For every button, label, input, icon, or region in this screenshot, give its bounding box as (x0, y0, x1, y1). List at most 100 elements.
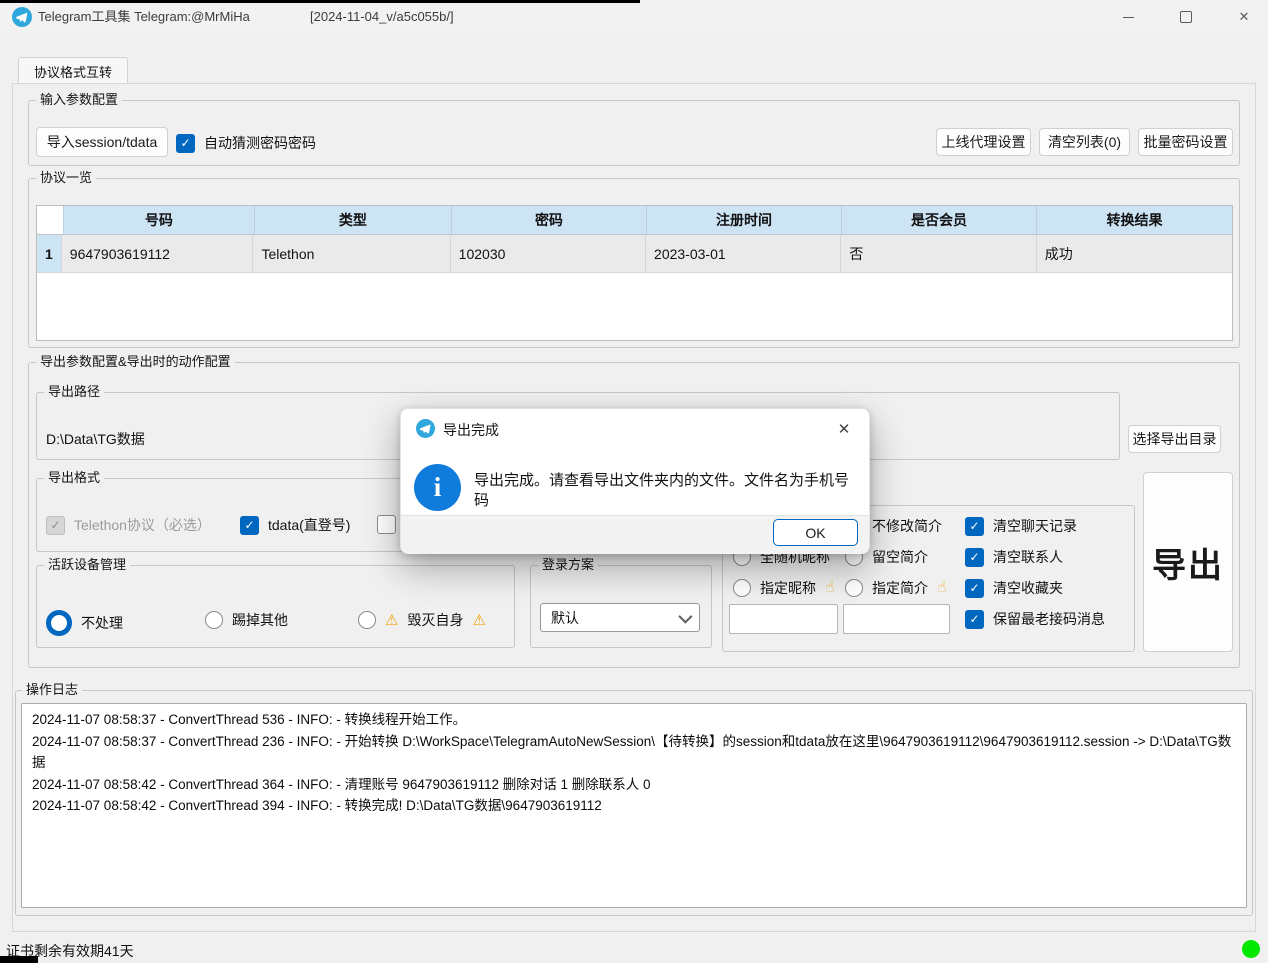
info-icon-glyph: i (434, 472, 442, 503)
title-bar[interactable]: Telegram工具集 Telegram:@MrMiHa [2024-11-04… (0, 0, 1268, 34)
device-destroy-self-option[interactable]: ⚠ 毁灭自身 ⚠ (358, 610, 486, 630)
bio-no-change-label: 不修改简介 (872, 516, 942, 536)
format-tdata-checkbox[interactable] (240, 516, 259, 535)
keep-oldest-sms-label: 保留最老接码消息 (993, 609, 1105, 629)
pointing-hand-icon: ☝ (825, 580, 835, 596)
window-version: [2024-11-04_v/a5c055b/] (310, 0, 454, 34)
maximize-button[interactable] (1163, 0, 1209, 34)
specify-nickname-input[interactable] (729, 604, 838, 634)
col-header-type[interactable]: 类型 (255, 206, 452, 235)
device-kick-others-option[interactable]: 踢掉其他 (205, 610, 288, 630)
input-config-group-title: 输入参数配置 (36, 92, 122, 108)
col-header-premium[interactable]: 是否会员 (842, 206, 1037, 235)
device-kick-others-radio[interactable] (205, 611, 223, 629)
device-management-group-title: 活跃设备管理 (44, 557, 130, 573)
bio-empty-label: 留空简介 (872, 547, 928, 567)
proxy-settings-button[interactable]: 上线代理设置 (936, 128, 1031, 156)
dialog-message: 导出完成。请查看导出文件夹内的文件。文件名为手机号码 (474, 471, 859, 511)
warning-icon: ⚠ (385, 613, 398, 628)
batch-password-button-label: 批量密码设置 (1144, 132, 1228, 152)
keep-oldest-sms-option[interactable]: 保留最老接码消息 (965, 609, 1105, 629)
telegram-logo-icon (416, 419, 435, 438)
window-title: Telegram工具集 Telegram:@MrMiHa (38, 0, 250, 34)
warning-icon: ⚠ (472, 613, 485, 628)
tab-protocol-convert[interactable]: 协议格式互转 (18, 57, 128, 84)
auto-guess-password-option[interactable]: 自动猜测密码密码 (176, 133, 316, 153)
device-no-action-label: 不处理 (81, 613, 123, 633)
format-third-checkbox[interactable] (377, 515, 396, 534)
table-header-row: 号码 类型 密码 注册时间 是否会员 转换结果 (37, 206, 1232, 235)
tab-label: 协议格式互转 (34, 62, 112, 81)
close-icon: ✕ (1239, 9, 1250, 25)
col-header-regtime[interactable]: 注册时间 (647, 206, 842, 235)
device-no-action-radio[interactable] (46, 610, 72, 636)
cleanup-chats-label: 清空聊天记录 (993, 516, 1077, 536)
log-line: 2024-11-07 08:58:37 - ConvertThread 536 … (32, 709, 1236, 731)
clear-list-button[interactable]: 清空列表(0) (1039, 128, 1130, 156)
format-tdata-label: tdata(直登号) (268, 515, 350, 535)
dialog-title: 导出完成 (443, 420, 499, 440)
nickname-specify-label: 指定昵称 (760, 578, 816, 598)
cleanup-contacts-checkbox[interactable] (965, 548, 984, 567)
cell-premium: 否 (841, 235, 1036, 273)
export-path-value: D:\Data\TG数据 (46, 429, 145, 449)
nickname-specify-radio[interactable] (733, 579, 751, 597)
login-scheme-group-title: 登录方案 (538, 557, 598, 573)
log-group-title: 操作日志 (22, 682, 82, 698)
login-scheme-select[interactable]: 默认 (540, 603, 700, 632)
dialog-title-bar[interactable]: 导出完成 ✕ (401, 409, 869, 447)
close-button[interactable]: ✕ (1221, 0, 1267, 34)
cleanup-contacts-label: 清空联系人 (993, 547, 1063, 567)
dialog-close-button[interactable]: ✕ (829, 417, 859, 441)
device-no-action-option[interactable]: 不处理 (46, 610, 123, 636)
minimize-icon (1123, 17, 1134, 18)
col-header-number[interactable]: 号码 (64, 206, 255, 235)
bio-specify-radio[interactable] (845, 579, 863, 597)
format-telethon-option[interactable]: Telethon协议（必选） (46, 515, 211, 535)
ok-button[interactable]: OK (773, 519, 858, 546)
cell-result: 成功 (1037, 235, 1232, 273)
screen-artifact-top (0, 0, 640, 3)
bio-specify-option[interactable]: 指定简介 ☝ (845, 578, 947, 598)
cell-regtime: 2023-03-01 (646, 235, 841, 273)
batch-password-button[interactable]: 批量密码设置 (1138, 128, 1233, 156)
table-row[interactable]: 1 9647903619112 Telethon 102030 2023-03-… (37, 235, 1232, 273)
protocol-list-group-title: 协议一览 (36, 170, 96, 186)
cleanup-favorites-option[interactable]: 清空收藏夹 (965, 578, 1063, 598)
telegram-logo-icon (12, 7, 32, 27)
chevron-down-icon (678, 609, 692, 623)
cell-type: Telethon (253, 235, 450, 273)
pointing-hand-icon: ☝ (937, 580, 947, 596)
format-tdata-option[interactable]: tdata(直登号) (240, 515, 350, 535)
format-telethon-checkbox[interactable] (46, 516, 65, 535)
export-path-group-title: 导出路径 (44, 384, 104, 400)
auto-guess-password-checkbox[interactable] (176, 134, 195, 153)
clear-list-button-label: 清空列表(0) (1048, 132, 1121, 152)
table-corner-cell (37, 206, 64, 235)
choose-export-dir-button[interactable]: 选择导出目录 (1128, 425, 1221, 453)
specify-bio-input[interactable] (843, 604, 950, 634)
row-index-cell: 1 (37, 235, 62, 273)
ok-button-label: OK (805, 525, 825, 541)
choose-export-dir-label: 选择导出目录 (1133, 429, 1217, 449)
import-session-button[interactable]: 导入session/tdata (36, 127, 168, 157)
device-destroy-self-radio[interactable] (358, 611, 376, 629)
export-format-group-title: 导出格式 (44, 470, 104, 486)
proxy-settings-button-label: 上线代理设置 (942, 132, 1026, 152)
nickname-specify-option[interactable]: 指定昵称 ☝ (733, 578, 835, 598)
maximize-icon (1180, 11, 1192, 23)
keep-oldest-sms-checkbox[interactable] (965, 610, 984, 629)
col-header-result[interactable]: 转换结果 (1037, 206, 1232, 235)
minimize-button[interactable] (1105, 0, 1151, 34)
cleanup-favorites-checkbox[interactable] (965, 579, 984, 598)
login-scheme-selected-value: 默认 (551, 608, 579, 628)
cleanup-chats-option[interactable]: 清空聊天记录 (965, 516, 1077, 536)
cleanup-contacts-option[interactable]: 清空联系人 (965, 547, 1063, 567)
export-button[interactable]: 导出 (1143, 472, 1233, 652)
export-complete-dialog: 导出完成 ✕ i 导出完成。请查看导出文件夹内的文件。文件名为手机号码 OK (400, 408, 870, 554)
status-indicator-dot (1242, 940, 1260, 958)
col-header-password[interactable]: 密码 (452, 206, 647, 235)
device-destroy-self-label: 毁灭自身 (407, 610, 463, 630)
log-textarea[interactable]: 2024-11-07 08:58:37 - ConvertThread 536 … (21, 703, 1247, 908)
cleanup-chats-checkbox[interactable] (965, 517, 984, 536)
